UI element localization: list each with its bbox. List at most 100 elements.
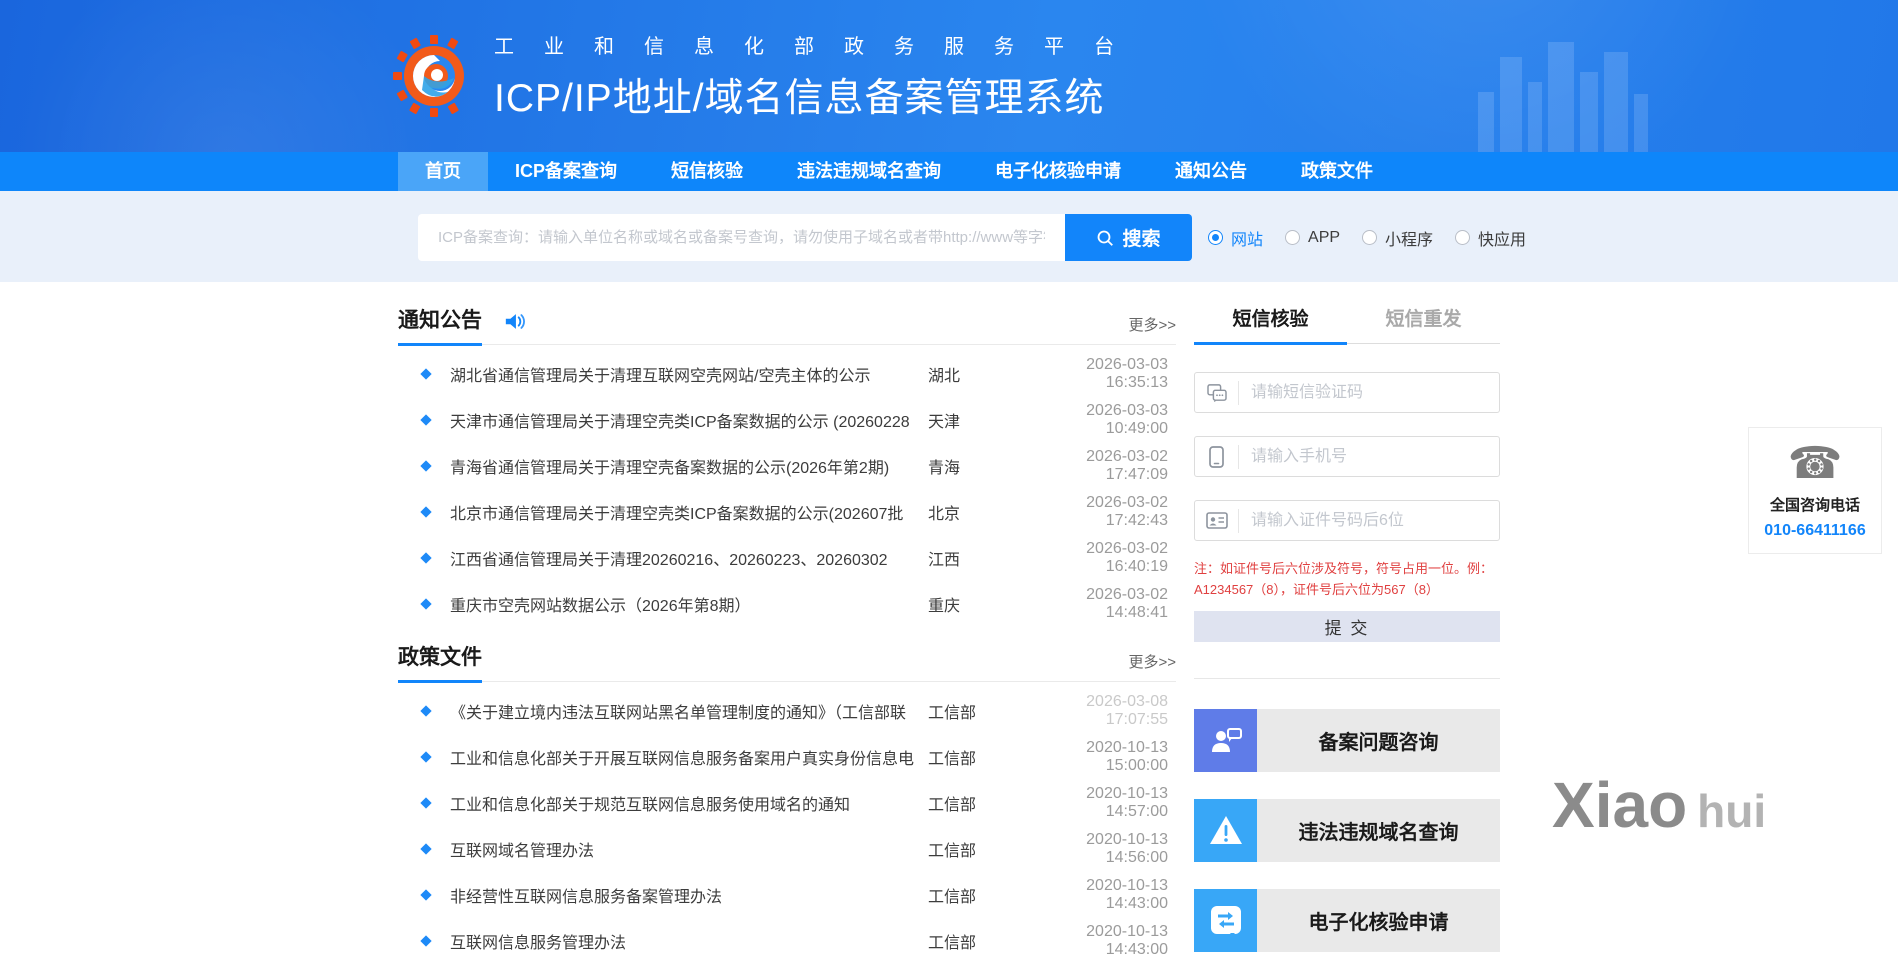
- search-type-radio[interactable]: APP: [1285, 229, 1340, 247]
- mobile-icon: [1195, 444, 1239, 469]
- tab-sms-verify[interactable]: 短信核验: [1194, 304, 1347, 345]
- diamond-bullet-icon: [420, 506, 432, 518]
- warning-icon: [1194, 798, 1257, 862]
- nav-item[interactable]: ICP备案查询: [488, 152, 644, 191]
- policy-source: 工信部: [928, 751, 977, 768]
- diamond-bullet-icon: [420, 598, 432, 610]
- search-section: 搜索 网站 APP 小程序: [0, 191, 1898, 282]
- policy-source: 工信部: [928, 935, 977, 952]
- policy-title-link[interactable]: 互联网域名管理办法: [450, 837, 928, 861]
- policy-row: 《关于建立境内违法互联网站黑名单管理制度的通知》（工信部联 工信部 2026-0…: [398, 688, 1176, 734]
- notice-row: 江西省通信管理局关于清理20260216、20260223、20260302 江…: [398, 535, 1176, 581]
- notice-region: 重庆: [928, 598, 961, 615]
- quick-link-illegal-domain[interactable]: 违法违规域名查询: [1194, 798, 1500, 862]
- mobile-field: [1194, 436, 1500, 477]
- policy-row: 非经营性互联网信息服务备案管理办法 工信部 2020-10-13 14:43:0…: [398, 872, 1176, 918]
- search-button[interactable]: 搜索: [1065, 214, 1192, 261]
- main-nav: 首页 ICP备案查询 短信核验 违法违规域名查询 电子化核验申请 通知公告 政策…: [0, 152, 1898, 191]
- skyline-decoration: [1478, 32, 1698, 152]
- contact-phone-number: 010-66411166: [1764, 522, 1866, 539]
- notice-title-link[interactable]: 重庆市空壳网站数据公示（2026年第8期）: [450, 592, 928, 616]
- policy-date: 2020-10-13 14:43:00: [1086, 877, 1168, 912]
- notice-region: 青海: [928, 460, 961, 477]
- diamond-bullet-icon: [420, 889, 432, 901]
- notice-title-link[interactable]: 江西省通信管理局关于清理20260216、20260223、20260302: [450, 546, 928, 570]
- policy-title-link[interactable]: 《关于建立境内违法互联网站黑名单管理制度的通知》（工信部联: [450, 699, 928, 723]
- nav-item[interactable]: 通知公告: [1148, 152, 1274, 191]
- id-last6-input[interactable]: [1239, 501, 1499, 540]
- notice-row: 天津市通信管理局关于清理空壳类ICP备案数据的公示 (20260228 天津 2…: [398, 397, 1176, 443]
- policy-title-link[interactable]: 非经营性互联网信息服务备案管理办法: [450, 883, 928, 907]
- sms-tabs: 短信核验 短信重发: [1194, 304, 1500, 345]
- nav-item[interactable]: 首页: [398, 152, 488, 191]
- sms-code-input[interactable]: [1239, 373, 1499, 412]
- notice-title-link[interactable]: 湖北省通信管理局关于清理互联网空壳网站/空壳主体的公示: [450, 362, 928, 386]
- icp-search-input[interactable]: [418, 214, 1065, 261]
- nav-item[interactable]: 短信核验: [644, 152, 770, 191]
- notice-row: 湖北省通信管理局关于清理互联网空壳网站/空壳主体的公示 湖北 2026-03-0…: [398, 351, 1176, 397]
- contact-label: 全国咨询电话: [1769, 497, 1860, 514]
- search-button-label: 搜索: [1122, 229, 1161, 250]
- notice-region: 北京: [928, 506, 961, 523]
- notices-header: 通知公告 更多>>: [398, 304, 1176, 346]
- notice-region: 江西: [928, 552, 961, 569]
- notice-list: 湖北省通信管理局关于清理互联网空壳网站/空壳主体的公示 湖北 2026-03-0…: [398, 345, 1176, 627]
- quick-link-label: 电子化核验申请: [1257, 888, 1500, 952]
- policy-date: 2026-03-08 17:07:55: [1086, 693, 1168, 728]
- quick-link-label: 违法违规域名查询: [1257, 798, 1500, 862]
- policies-more-link[interactable]: 更多>>: [1128, 651, 1176, 681]
- quick-link-consult[interactable]: 备案问题咨询: [1194, 708, 1500, 772]
- notice-row: 青海省通信管理局关于清理空壳备案数据的公示(2026年第2期) 青海 2026-…: [398, 443, 1176, 489]
- policy-source: 工信部: [928, 889, 977, 906]
- policy-title-link[interactable]: 工业和信息化部关于规范互联网信息服务使用域名的通知: [450, 791, 928, 815]
- diamond-bullet-icon: [420, 705, 432, 717]
- notice-row: 北京市通信管理局关于清理空壳类ICP备案数据的公示(202607批 北京 202…: [398, 489, 1176, 535]
- diamond-bullet-icon: [420, 552, 432, 564]
- submit-button[interactable]: 提 交: [1194, 610, 1500, 642]
- policy-row: 工业和信息化部关于开展互联网信息服务备案用户真实身份信息电 工信部 2020-1…: [398, 734, 1176, 780]
- radio-icon: [1285, 230, 1301, 245]
- notice-title-link[interactable]: 天津市通信管理局关于清理空壳类ICP备案数据的公示 (20260228: [450, 408, 928, 432]
- diamond-bullet-icon: [420, 797, 432, 809]
- nav-item[interactable]: 违法违规域名查询: [770, 152, 968, 191]
- notices-more-link[interactable]: 更多>>: [1128, 314, 1176, 344]
- notice-date: 2026-03-02 14:48:41: [1086, 586, 1168, 621]
- quick-link-e-verify[interactable]: 电子化核验申请: [1194, 888, 1500, 952]
- search-type-radio[interactable]: 快应用: [1455, 226, 1526, 250]
- policy-title-link[interactable]: 互联网信息服务管理办法: [450, 929, 928, 953]
- policy-list: 《关于建立境内违法互联网站黑名单管理制度的通知》（工信部联 工信部 2026-0…: [398, 682, 1176, 964]
- nav-item[interactable]: 电子化核验申请: [968, 152, 1148, 191]
- policy-row: 工业和信息化部关于规范互联网信息服务使用域名的通知 工信部 2020-10-13…: [398, 780, 1176, 826]
- policy-title-link[interactable]: 工业和信息化部关于开展互联网信息服务备案用户真实身份信息电: [450, 745, 928, 769]
- notice-region: 湖北: [928, 368, 961, 385]
- id-note: 注：如证件号后六位涉及符号，符号占用一位。例：A1234567（8），证件号后六…: [1194, 561, 1494, 598]
- radio-icon: [1208, 230, 1223, 245]
- policy-row: 互联网信息服务管理办法 工信部 2020-10-13 14:43:00: [398, 918, 1176, 964]
- search-type-radio[interactable]: 小程序: [1362, 226, 1433, 250]
- transfer-icon: [1194, 888, 1257, 952]
- policy-row: 互联网域名管理办法 工信部 2020-10-13 14:56:00: [398, 826, 1176, 872]
- mobile-number-input[interactable]: [1239, 437, 1499, 476]
- diamond-bullet-icon: [420, 935, 432, 947]
- nav-item[interactable]: 政策文件: [1274, 152, 1400, 191]
- sms-icon: [1195, 380, 1239, 405]
- notice-title-link[interactable]: 北京市通信管理局关于清理空壳类ICP备案数据的公示(202607批: [450, 500, 928, 524]
- search-icon: [1098, 230, 1114, 246]
- sms-code-field: [1194, 372, 1500, 413]
- tab-sms-resend[interactable]: 短信重发: [1347, 304, 1500, 343]
- notice-date: 2026-03-02 17:42:43: [1086, 494, 1168, 529]
- policy-source: 工信部: [928, 797, 977, 814]
- system-title: ICP/IP地址/域名信息备案管理系统: [494, 76, 1105, 120]
- policy-source: 工信部: [928, 843, 977, 860]
- watermark-text-1: Xiao: [1552, 769, 1688, 841]
- platform-title: 工业和信息化部政务服务平台: [494, 35, 1144, 58]
- site-logo-icon: [390, 33, 476, 119]
- diamond-bullet-icon: [420, 368, 432, 380]
- notice-date: 2026-03-02 16:40:19: [1086, 540, 1168, 575]
- id-card-icon: [1195, 508, 1239, 533]
- policies-title: 政策文件: [398, 641, 482, 683]
- notice-date: 2026-03-03 16:35:13: [1086, 356, 1168, 391]
- watermark: Xiao hui: [1552, 768, 1766, 842]
- search-type-radio[interactable]: 网站: [1208, 226, 1263, 250]
- notice-title-link[interactable]: 青海省通信管理局关于清理空壳备案数据的公示(2026年第2期): [450, 454, 928, 478]
